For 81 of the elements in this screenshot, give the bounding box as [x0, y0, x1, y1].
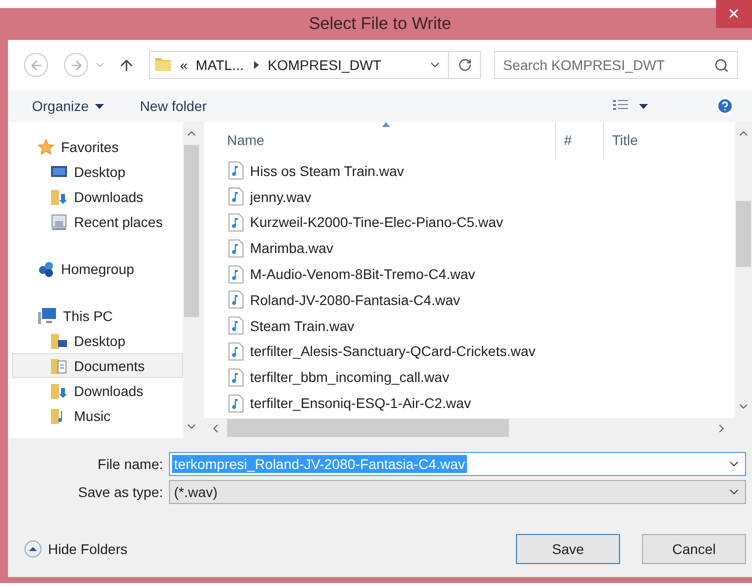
address-bar[interactable]: « MATL... KOMPRESI_DWT [149, 51, 481, 79]
audio-file-icon [228, 316, 244, 336]
search-icon [714, 58, 729, 72]
audio-file-icon [228, 212, 244, 232]
documents-folder-icon [50, 356, 68, 374]
dialog-button[interactable]: Cancel [642, 534, 746, 564]
recent-places-icon [50, 212, 68, 230]
toolbar-button[interactable]: New folder [140, 98, 207, 114]
save-type-dropdown[interactable]: (*.wav) [169, 480, 746, 504]
file-row[interactable]: Marimba.wav [214, 235, 735, 262]
file-row[interactable]: terfilter_Ensoniq-ESQ-1-Air-C2.wav [214, 390, 735, 416]
scrollbar-thumb[interactable] [184, 145, 199, 317]
audio-file-icon [228, 394, 244, 413]
caret-icon [94, 104, 104, 108]
sidebar-item[interactable]: Desktop [12, 159, 183, 184]
file-name: terfilter_Alesis-Sanctuary-QCard-Crickets.wav [250, 343, 536, 360]
file-row[interactable]: Hiss os Steam Train.wav [214, 158, 735, 184]
window-title: Select File to Write [308, 14, 452, 34]
audio-file-icon [228, 238, 244, 258]
audio-file-icon [228, 264, 244, 284]
column-header[interactable]: # [556, 122, 604, 158]
breadcrumb[interactable]: KOMPRESI_DWT [268, 57, 382, 73]
sidebar-item[interactable]: Documents [12, 353, 183, 378]
audio-file-icon [228, 342, 244, 361]
list-view-icon [613, 99, 629, 113]
file-row[interactable]: Kurzweil-K2000-Tine-Elec-Piano-C5.wav [214, 210, 735, 236]
file-name: Steam Train.wav [250, 318, 354, 334]
sidebar-item[interactable]: Homegroup [12, 256, 183, 281]
file-name: Hiss os Steam Train.wav [250, 162, 404, 179]
file-name: terfilter_bbm_incoming_call.wav [250, 369, 450, 386]
file-row[interactable]: terfilter_bbm_incoming_call.wav [214, 364, 735, 390]
homegroup-icon [37, 260, 55, 278]
download-folder-icon [50, 382, 68, 400]
close-button[interactable]: ✕ [716, 0, 752, 28]
scrollbar-thumb[interactable] [736, 201, 751, 267]
sidebar-item[interactable]: Recent places [12, 209, 183, 234]
file-row[interactable]: M-Audio-Venom-8Bit-Tremo-C4.wav [214, 261, 735, 287]
file-row[interactable]: Steam Train.wav [214, 312, 735, 339]
view-options-button[interactable] [613, 99, 648, 113]
horizontal-scrollbar[interactable] [204, 418, 752, 438]
download-folder-icon [50, 188, 68, 206]
audio-file-icon [228, 187, 244, 206]
hide-folders-button[interactable]: Hide Folders [24, 540, 128, 558]
sidebar-item[interactable]: Downloads [12, 378, 183, 403]
breadcrumb[interactable]: MATL... [196, 57, 244, 73]
file-name: jenny.wav [250, 188, 312, 205]
refresh-icon [458, 58, 472, 72]
caret-icon [639, 104, 648, 108]
audio-file-icon [228, 368, 244, 387]
file-row[interactable]: terfilter_Alesis-Sanctuary-QCard-Crickets.wav [214, 338, 735, 364]
toolbar-button[interactable]: Organize [32, 98, 104, 114]
file-row[interactable]: Roland-JV-2080-Fantasia-C4.wav [214, 286, 735, 313]
sidebar-item[interactable]: Favorites [12, 134, 183, 159]
search-field[interactable]: Search KOMPRESI_DWT [494, 51, 738, 79]
arrow-right-icon [68, 58, 84, 72]
sidebar-item[interactable]: Desktop [12, 328, 183, 353]
desktop-folder-icon [50, 332, 68, 350]
file-name: Roland-JV-2080-Fantasia-C4.wav [250, 292, 460, 308]
file-name: Marimba.wav [250, 240, 334, 256]
breadcrumb-overflow: « [180, 57, 188, 73]
audio-file-icon [228, 290, 244, 310]
scrollbar[interactable] [735, 122, 752, 418]
file-row[interactable]: jenny.wav [214, 184, 735, 210]
field-label: Save as type: [77, 484, 164, 500]
file-name: M-Audio-Venom-8Bit-Tremo-C4.wav [250, 266, 476, 282]
sidebar-item[interactable]: Music [12, 403, 183, 428]
scrollbar-thumb[interactable] [227, 419, 509, 437]
computer-icon [37, 306, 57, 324]
scrollbar[interactable] [183, 122, 200, 438]
sidebar-item[interactable]: This PC [12, 303, 183, 328]
sidebar-item[interactable]: Downloads [12, 184, 183, 209]
column-header[interactable]: Title [604, 122, 724, 158]
star-icon [37, 138, 55, 156]
dialog-button[interactable]: Save [516, 534, 620, 564]
file-name: terfilter_Ensoniq-ESQ-1-Air-C2.wav [250, 395, 471, 412]
collapse-icon [24, 540, 42, 558]
file-name: Kurzweil-K2000-Tine-Elec-Piano-C5.wav [250, 214, 504, 230]
help-icon[interactable] [716, 97, 734, 115]
audio-file-icon [228, 161, 244, 180]
field-label: File name: [96, 456, 164, 472]
chevron-icon [254, 61, 260, 69]
